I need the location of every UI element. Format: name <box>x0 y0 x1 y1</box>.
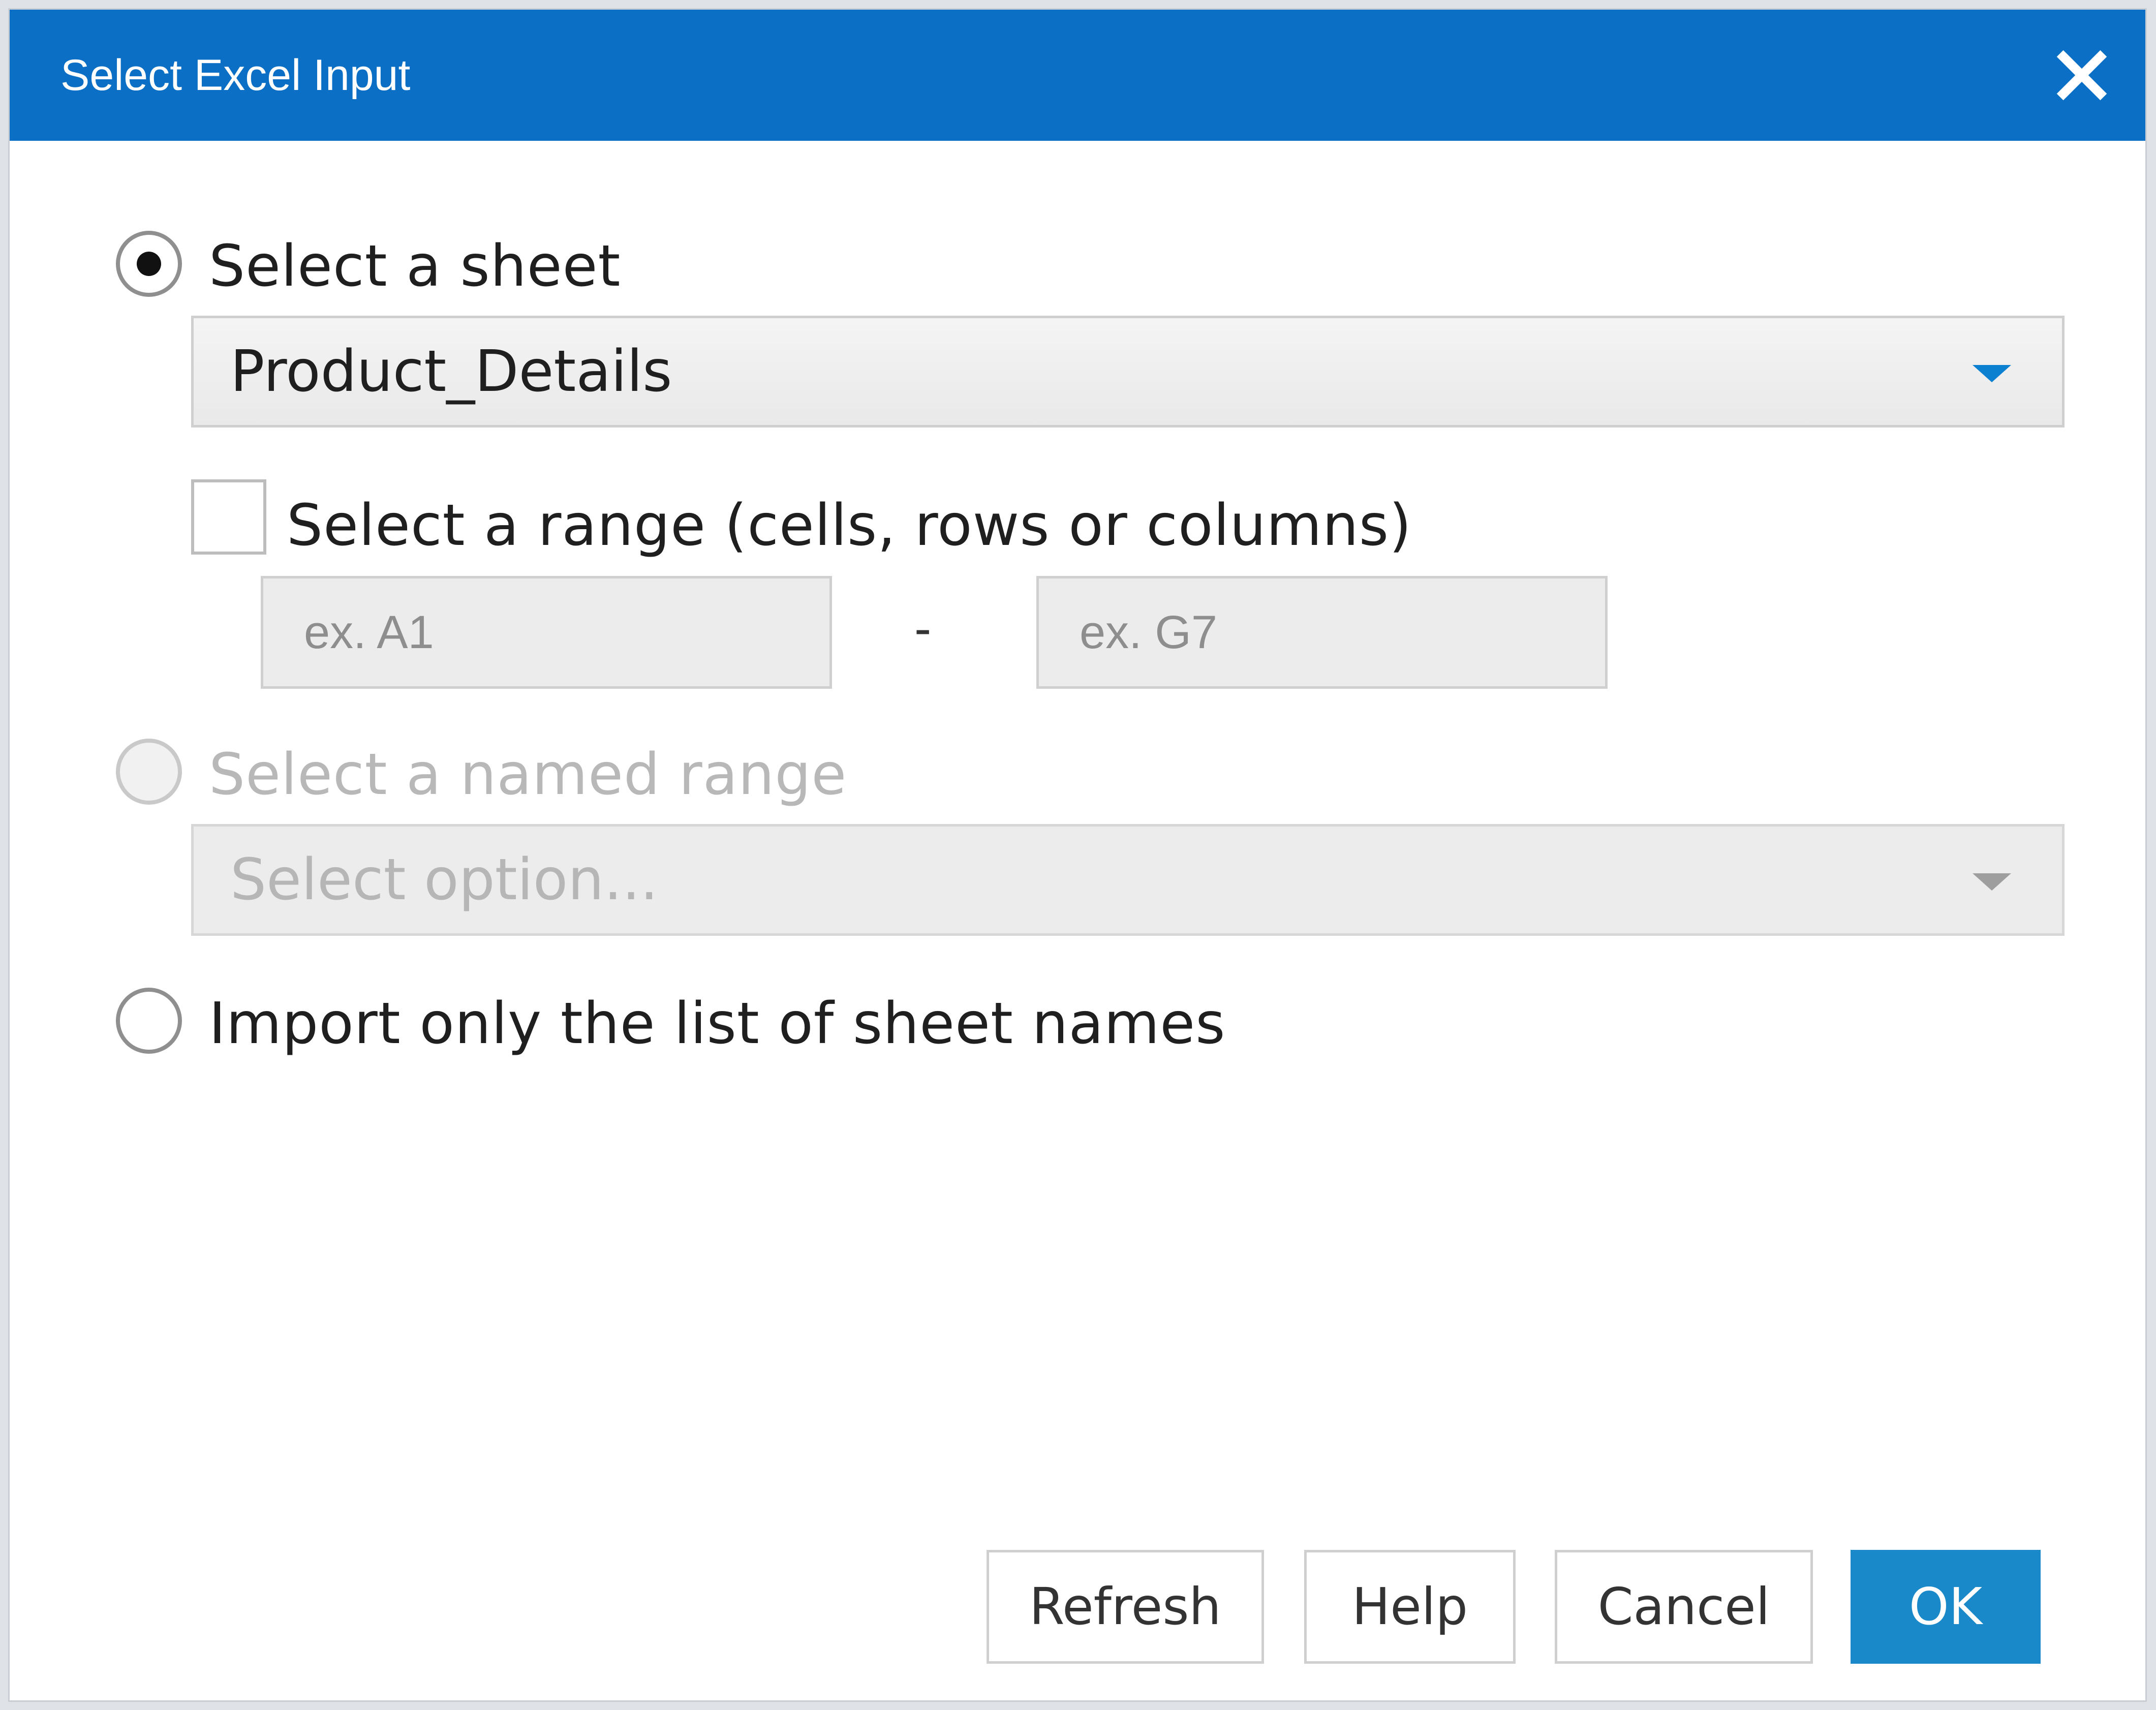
range-separator: - <box>914 600 932 657</box>
help-button[interactable]: Help <box>1304 1550 1516 1664</box>
named-range-radio[interactable] <box>116 739 182 805</box>
cancel-button[interactable]: Cancel <box>1555 1550 1813 1664</box>
select-excel-input-dialog: Select Excel Input Select a sheet Produc… <box>8 8 2147 1702</box>
range-start-input[interactable] <box>261 576 832 689</box>
dialog-title: Select Excel Input <box>60 51 411 100</box>
ok-button[interactable]: OK <box>1851 1550 2041 1664</box>
select-range-label: Select a range (cells, rows or columns) <box>287 493 1412 559</box>
range-end-input[interactable] <box>1036 576 1608 689</box>
refresh-button[interactable]: Refresh <box>987 1550 1264 1664</box>
close-button[interactable] <box>2049 42 2115 108</box>
close-icon <box>2056 50 2107 101</box>
named-range-dropdown-placeholder: Select option... <box>230 847 659 913</box>
select-sheet-label: Select a sheet <box>209 233 621 299</box>
named-range-label: Select a named range <box>209 742 847 808</box>
sheet-names-label: Import only the list of sheet names <box>209 991 1226 1057</box>
title-bar: Select Excel Input <box>10 10 2145 141</box>
sheet-dropdown-value: Product_Details <box>230 339 672 405</box>
sheet-names-radio[interactable] <box>116 988 182 1054</box>
select-range-checkbox[interactable] <box>191 479 266 555</box>
select-sheet-radio[interactable] <box>116 231 182 297</box>
named-range-dropdown[interactable]: Select option... <box>191 824 2065 936</box>
sheet-dropdown[interactable]: Product_Details <box>191 316 2065 427</box>
chevron-down-icon <box>1973 365 2011 382</box>
chevron-down-icon <box>1973 873 2011 891</box>
